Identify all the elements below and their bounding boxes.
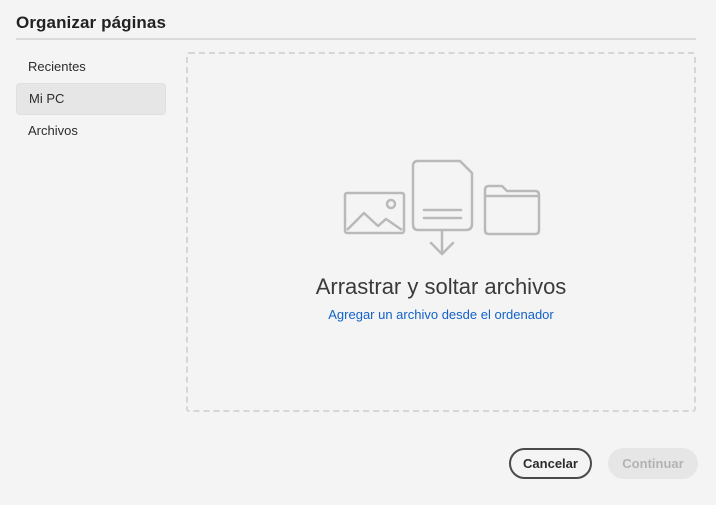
cancel-button[interactable]: Cancelar xyxy=(509,448,592,479)
sidebar: Recientes Mi PC Archivos xyxy=(16,51,166,147)
sidebar-item-mi-pc[interactable]: Mi PC xyxy=(16,83,166,115)
sidebar-item-archivos[interactable]: Archivos xyxy=(16,115,166,147)
document-download-icon xyxy=(411,159,474,256)
continue-button[interactable]: Continuar xyxy=(608,448,698,479)
drop-zone[interactable]: Arrastrar y soltar archivos Agregar un a… xyxy=(186,52,696,412)
dialog-title: Organizar páginas xyxy=(16,13,167,32)
add-file-link[interactable]: Agregar un archivo desde el ordenador xyxy=(188,307,694,322)
image-icon xyxy=(343,191,406,235)
drop-title: Arrastrar y soltar archivos xyxy=(315,274,567,299)
drop-illustration xyxy=(343,159,541,256)
folder-icon xyxy=(483,184,541,236)
sidebar-item-recientes[interactable]: Recientes xyxy=(16,51,166,83)
title-divider xyxy=(16,38,696,40)
